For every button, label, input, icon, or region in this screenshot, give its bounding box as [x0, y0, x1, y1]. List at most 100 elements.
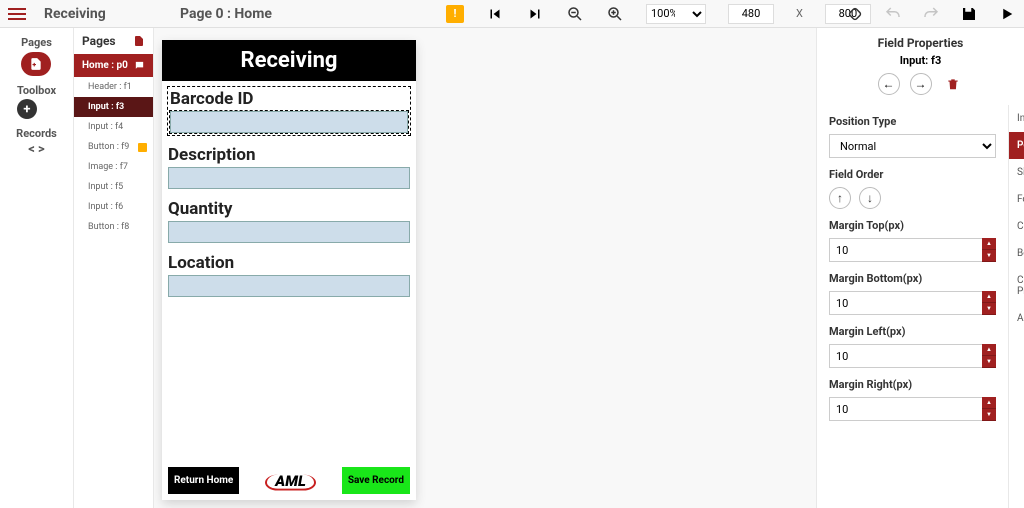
order-down-button[interactable]: ↓ — [859, 187, 881, 209]
tree-item-label: Input : f6 — [88, 202, 123, 212]
tree-item[interactable]: Button : f8 — [74, 217, 153, 237]
margin-bottom-input[interactable] — [829, 291, 982, 315]
margin-right-input[interactable] — [829, 397, 982, 421]
margin-top-stepper[interactable]: ▲▼ — [982, 238, 996, 262]
delete-field-button[interactable] — [942, 73, 964, 95]
tree-item-label: Input : f3 — [88, 102, 124, 112]
top-actions: ! 100% X — [446, 4, 871, 24]
tree-item[interactable]: Button : f9 — [74, 137, 153, 157]
tree-item[interactable]: Input : f3 — [74, 97, 153, 117]
props-tab-actions[interactable]: Actions — [1009, 305, 1024, 332]
properties-nav: ← → — [817, 73, 1024, 105]
flag-icon — [138, 143, 147, 152]
preview-field-input[interactable] — [168, 275, 410, 297]
rail-pages-label: Pages — [21, 36, 52, 49]
next-field-button[interactable]: → — [910, 73, 932, 95]
props-tab-font[interactable]: Font — [1009, 186, 1024, 213]
margin-top-input[interactable] — [829, 238, 982, 262]
tree-item-label: Input : f5 — [88, 182, 123, 192]
dim-separator: X — [796, 7, 803, 20]
pages-doc-icon — [133, 35, 145, 47]
app-title: Receiving — [44, 6, 106, 22]
main-body: Pages Toolbox + Records < > Pages Home :… — [0, 28, 1024, 508]
properties-body: Position Type Normal Field Order ↑ ↓ Mar… — [817, 105, 1024, 508]
device-preview: Receiving Barcode ID Description Quantity L… — [162, 40, 416, 500]
props-tab-color[interactable]: Color — [1009, 213, 1024, 240]
pages-panel-header: Pages — [74, 28, 153, 54]
margin-right-stepper[interactable]: ▲▼ — [982, 397, 996, 421]
zoom-in-icon[interactable] — [606, 5, 624, 23]
order-up-button[interactable]: ↑ — [829, 187, 851, 209]
properties-title: Field Properties — [817, 28, 1024, 54]
tree-root-home[interactable]: Home : p0 — [74, 54, 153, 77]
margin-bottom-stepper[interactable]: ▲▼ — [982, 291, 996, 315]
position-type-select[interactable]: Normal — [829, 134, 996, 158]
props-tab-position[interactable]: Position — [1009, 132, 1024, 159]
properties-panel: Field Properties Input: f3 ← → Position … — [816, 28, 1024, 508]
position-type-label: Position Type — [829, 115, 996, 128]
tree-item[interactable]: Input : f6 — [74, 197, 153, 217]
tree-item[interactable]: Header : f1 — [74, 77, 153, 97]
aml-logo[interactable]: AML — [275, 472, 306, 490]
comment-icon — [134, 60, 145, 71]
tree-item-label: Header : f1 — [88, 82, 132, 92]
tree-item[interactable]: Image : f7 — [74, 157, 153, 177]
prev-field-button[interactable]: ← — [878, 73, 900, 95]
margin-left-input[interactable] — [829, 344, 982, 368]
page-title: Page 0 : Home — [180, 6, 272, 22]
props-tab-info[interactable]: Info — [1009, 105, 1024, 132]
preview-body: Barcode ID Description Quantity Location Re… — [162, 81, 416, 500]
zoom-out-icon[interactable] — [566, 5, 584, 23]
zoom-level-select[interactable]: 100% — [646, 4, 706, 24]
return-home-button[interactable]: Return Home — [168, 467, 239, 494]
preview-field-input[interactable] — [168, 221, 410, 243]
rail-records-section: Records < > — [16, 127, 57, 157]
play-icon[interactable] — [998, 5, 1016, 23]
properties-tabs: InfoPositionSizeFontColorBorderCapture P… — [1008, 105, 1024, 508]
save-record-button[interactable]: Save Record — [342, 467, 410, 494]
top-right-actions — [846, 5, 1016, 23]
last-page-icon[interactable] — [526, 5, 544, 23]
canvas-area[interactable]: Receiving Barcode ID Description Quantity L… — [154, 28, 816, 508]
canvas-width-input[interactable] — [728, 4, 774, 24]
records-toggle-icon[interactable]: < > — [16, 142, 57, 157]
preview-field-label: Location — [168, 253, 410, 273]
tree-list: Header : f1 Input : f3 Input : f4 Button : … — [74, 77, 153, 237]
first-page-icon[interactable] — [486, 5, 504, 23]
preview-field-input[interactable] — [168, 167, 410, 189]
add-toolbox-button[interactable]: + — [17, 99, 37, 119]
rotate-icon[interactable] — [846, 5, 864, 23]
preview-field[interactable]: Description — [168, 145, 410, 189]
preview-field-input[interactable] — [170, 111, 408, 133]
margin-left-stepper[interactable]: ▲▼ — [982, 344, 996, 368]
field-order-label: Field Order — [829, 168, 996, 181]
preview-field-label: Description — [168, 145, 410, 165]
tree-item[interactable]: Input : f4 — [74, 117, 153, 137]
alert-icon[interactable]: ! — [446, 5, 464, 23]
margin-right-label: Margin Right(px) — [829, 378, 996, 391]
props-tab-capture-properties[interactable]: Capture Properties — [1009, 267, 1024, 305]
margin-bottom-label: Margin Bottom(px) — [829, 272, 996, 285]
preview-header[interactable]: Receiving — [162, 40, 416, 81]
margin-top-label: Margin Top(px) — [829, 219, 996, 232]
redo-icon[interactable] — [922, 5, 940, 23]
preview-field-label: Barcode ID — [170, 89, 408, 109]
preview-field[interactable]: Location — [168, 253, 410, 297]
tree-item-label: Button : f9 — [88, 142, 129, 152]
rail-pages-section: Pages — [21, 36, 52, 76]
tree-item[interactable]: Input : f5 — [74, 177, 153, 197]
add-page-button[interactable] — [21, 52, 51, 76]
save-icon[interactable] — [960, 5, 978, 23]
preview-field-label: Quantity — [168, 199, 410, 219]
rail-toolbox-section: Toolbox + — [17, 84, 56, 119]
props-tab-border[interactable]: Border — [1009, 240, 1024, 267]
preview-field[interactable]: Quantity — [168, 199, 410, 243]
props-tab-size[interactable]: Size — [1009, 159, 1024, 186]
hamburger-menu-icon[interactable] — [8, 8, 26, 20]
tree-item-label: Image : f7 — [88, 162, 128, 172]
tree-item-label: Button : f8 — [88, 222, 129, 232]
undo-icon[interactable] — [884, 5, 902, 23]
preview-footer: Return Home AML Save Record — [168, 463, 410, 494]
preview-field[interactable]: Barcode ID — [168, 87, 410, 135]
margin-left-label: Margin Left(px) — [829, 325, 996, 338]
